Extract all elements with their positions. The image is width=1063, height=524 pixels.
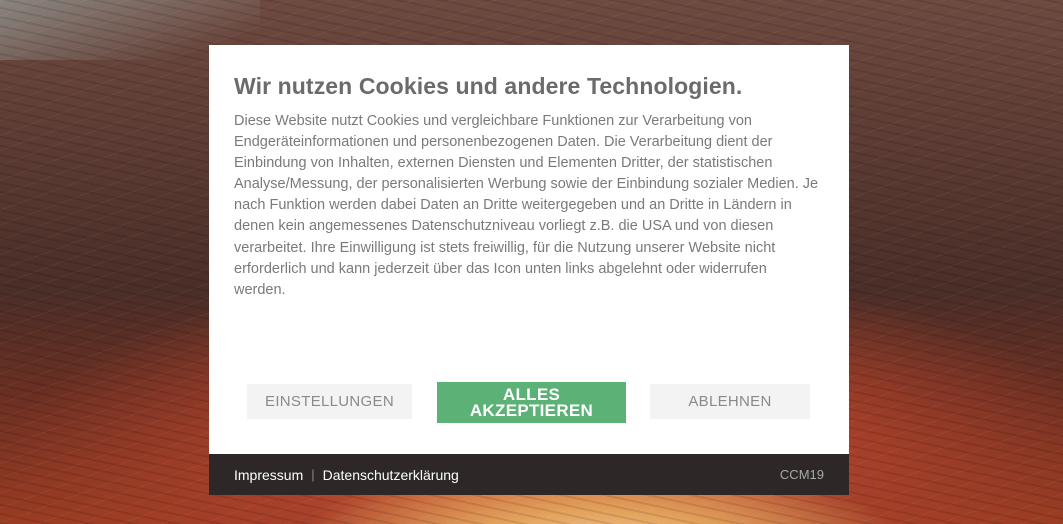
- imprint-link[interactable]: Impressum: [234, 467, 303, 483]
- accept-all-button[interactable]: ALLES AKZEPTIEREN: [437, 382, 626, 423]
- dialog-description: Diese Website nutzt Cookies und vergleic…: [234, 113, 819, 298]
- reject-button[interactable]: ABLEHNEN: [650, 384, 810, 419]
- dialog-footer: Impressum | Datenschutzerklärung CCM19: [209, 454, 849, 495]
- footer-separator: |: [311, 467, 315, 482]
- settings-button[interactable]: EINSTELLUNGEN: [247, 384, 412, 419]
- privacy-policy-link[interactable]: Datenschutzerklärung: [323, 467, 459, 483]
- cookie-consent-dialog: Wir nutzen Cookies und andere Technologi…: [209, 45, 849, 454]
- dialog-title: Wir nutzen Cookies und andere Technologi…: [234, 73, 743, 99]
- brand-label: CCM19: [779, 467, 824, 482]
